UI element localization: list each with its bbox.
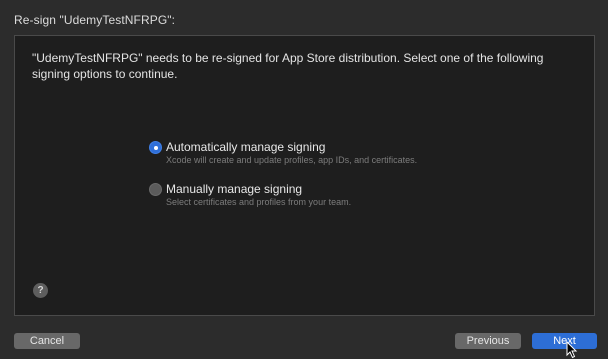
signing-options-panel: "UdemyTestNFRPG" needs to be re-signed f… bbox=[14, 35, 595, 316]
automatic-signing-description: Xcode will create and update profiles, a… bbox=[166, 155, 418, 165]
mouse-pointer-icon bbox=[566, 341, 578, 359]
manual-signing-radio[interactable] bbox=[149, 183, 162, 196]
cancel-button[interactable]: Cancel bbox=[14, 333, 80, 349]
help-button[interactable]: ? bbox=[33, 283, 48, 298]
manual-signing-description: Select certificates and profiles from yo… bbox=[166, 197, 352, 207]
sheet-title: Re-sign "UdemyTestNFRPG": bbox=[14, 13, 176, 27]
re-sign-sheet: Re-sign "UdemyTestNFRPG": "UdemyTestNFRP… bbox=[0, 0, 608, 359]
previous-button[interactable]: Previous bbox=[455, 333, 521, 349]
automatic-signing-radio[interactable] bbox=[149, 141, 162, 154]
manual-signing-label[interactable]: Manually manage signing bbox=[166, 182, 302, 196]
next-button[interactable]: Next bbox=[532, 333, 597, 349]
re-sign-message: "UdemyTestNFRPG" needs to be re-signed f… bbox=[32, 51, 544, 81]
automatic-signing-label[interactable]: Automatically manage signing bbox=[166, 140, 325, 154]
